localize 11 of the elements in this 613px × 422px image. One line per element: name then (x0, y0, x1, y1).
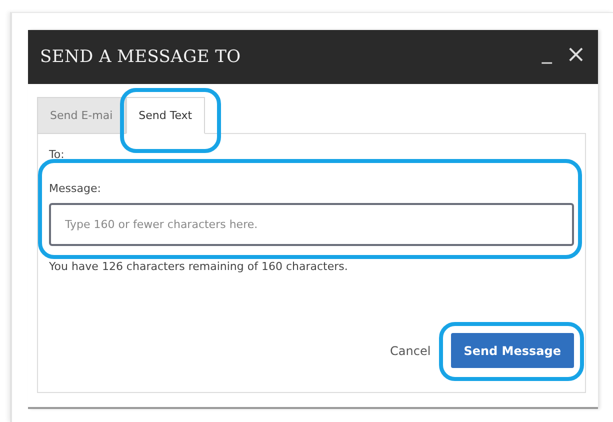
dialog-title: SEND A MESSAGE TO (40, 47, 242, 67)
minimize-button[interactable]: _ (542, 42, 552, 62)
tab[interactable]: Send Text (126, 97, 206, 134)
message-label: Message: (49, 182, 102, 195)
close-button[interactable]: × (566, 42, 586, 66)
to-label: To: (49, 148, 66, 161)
tab[interactable]: Send E-mai (37, 97, 126, 134)
message-field[interactable]: Type 160 or fewer characters here. (49, 203, 574, 246)
send-message-button[interactable]: Send Message (450, 333, 574, 368)
cancel-button[interactable]: Cancel (390, 344, 431, 358)
characters-remaining-text: You have 126 characters remaining of 160 characters. (49, 260, 349, 273)
